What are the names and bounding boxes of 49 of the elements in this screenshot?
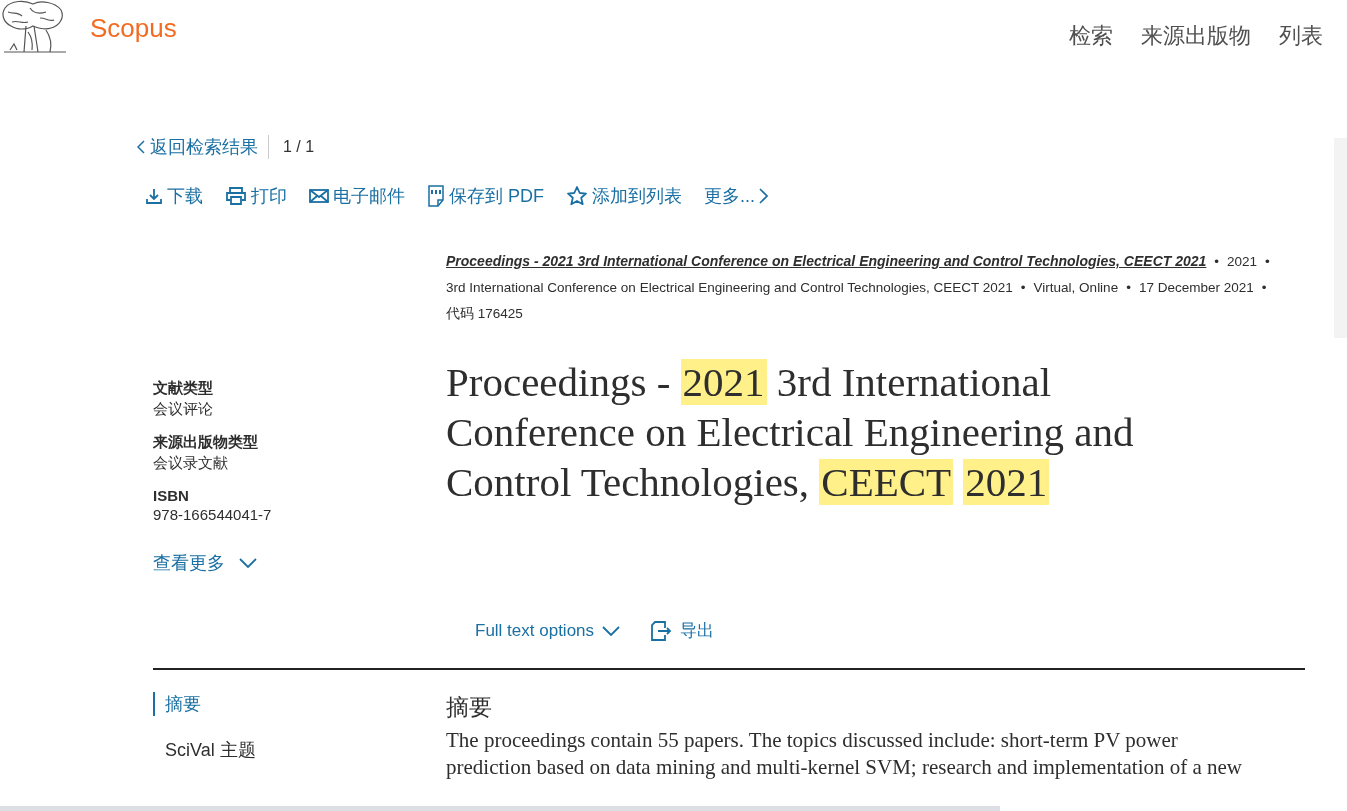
separator-dot: • xyxy=(1214,254,1220,269)
source-detail: 代码 176425 xyxy=(446,306,523,321)
source-detail: Virtual, Online xyxy=(1033,280,1119,295)
document-title: Proceedings - 2021 3rd International Conference on Electrical Engineering and Control Technologies, CEECT 2021 xyxy=(446,358,1135,507)
abstract-heading: 摘要 xyxy=(446,693,493,722)
source-detail: 2021 xyxy=(1227,254,1258,269)
toolbar-link[interactable]: 保存到 PDF xyxy=(427,184,544,208)
detail-value: 会议评论 xyxy=(153,400,214,419)
download-icon xyxy=(145,187,163,205)
toolbar-link[interactable]: 电子邮件 xyxy=(309,184,405,208)
back-link[interactable]: 返回检索结果 xyxy=(137,135,258,159)
nav-link[interactable]: 列表 xyxy=(1279,21,1323,51)
detail-label: 来源出版物类型 xyxy=(153,433,259,452)
printer-icon xyxy=(225,186,247,206)
brand-name[interactable]: Scopus xyxy=(90,12,177,44)
source-detail: 3rd International Conference on Electrical Engineering and Control Technologies, CEECT 2021 xyxy=(446,280,1013,295)
envelope-icon xyxy=(309,188,329,204)
toolbar-link[interactable]: 添加到列表 xyxy=(566,184,682,208)
toolbar-link[interactable]: 更多... xyxy=(704,184,769,208)
export-button[interactable]: 导出 xyxy=(650,619,715,642)
toolbar-link[interactable]: 打印 xyxy=(225,184,287,208)
source-link[interactable]: Proceedings - 2021 3rd International Conference on Electrical Engineering and Control Technologies, CEECT 2021 xyxy=(446,253,1207,269)
export-icon xyxy=(650,619,673,642)
source-detail: 17 December 2021 xyxy=(1138,280,1254,295)
separator-dot: • xyxy=(1126,280,1131,295)
chevron-left-icon xyxy=(137,140,145,154)
detail-value: 978-166544041-7 xyxy=(153,506,273,523)
detail-label: 文献类型 xyxy=(153,379,214,398)
nav-link[interactable]: 来源出版物 xyxy=(1141,21,1251,51)
detail-value: 会议录文献 xyxy=(153,454,229,473)
abstract-text: The proceedings contain 55 papers. The topics discussed include: short-term PV power prediction based on data mining and multi-kernel SVM; research and implementation of a new xyxy=(446,727,1244,781)
star-icon xyxy=(566,185,588,207)
result-pager: 1 / 1 xyxy=(283,138,315,156)
separator-dot: • xyxy=(1265,254,1270,269)
chevron-down-icon xyxy=(239,558,257,568)
nav-link[interactable]: 检索 xyxy=(1069,21,1113,51)
full-text-options-button[interactable]: Full text options xyxy=(475,619,621,642)
section-nav-link[interactable]: 摘要 xyxy=(153,692,446,716)
show-more-link[interactable]: 查看更多 xyxy=(153,551,257,575)
tree-logo-icon xyxy=(0,0,66,56)
pdf-file-icon xyxy=(427,185,445,207)
section-nav-link[interactable]: SciVal 主题 xyxy=(153,738,446,762)
separator-dot: • xyxy=(1261,280,1267,295)
chevron-down-icon xyxy=(602,625,621,636)
separator-dot: • xyxy=(1020,280,1026,295)
detail-label: ISBN xyxy=(153,487,190,504)
scrollbar[interactable] xyxy=(0,806,1000,811)
chevron-right-icon xyxy=(759,188,769,204)
toolbar-link[interactable]: 下载 xyxy=(145,184,203,208)
